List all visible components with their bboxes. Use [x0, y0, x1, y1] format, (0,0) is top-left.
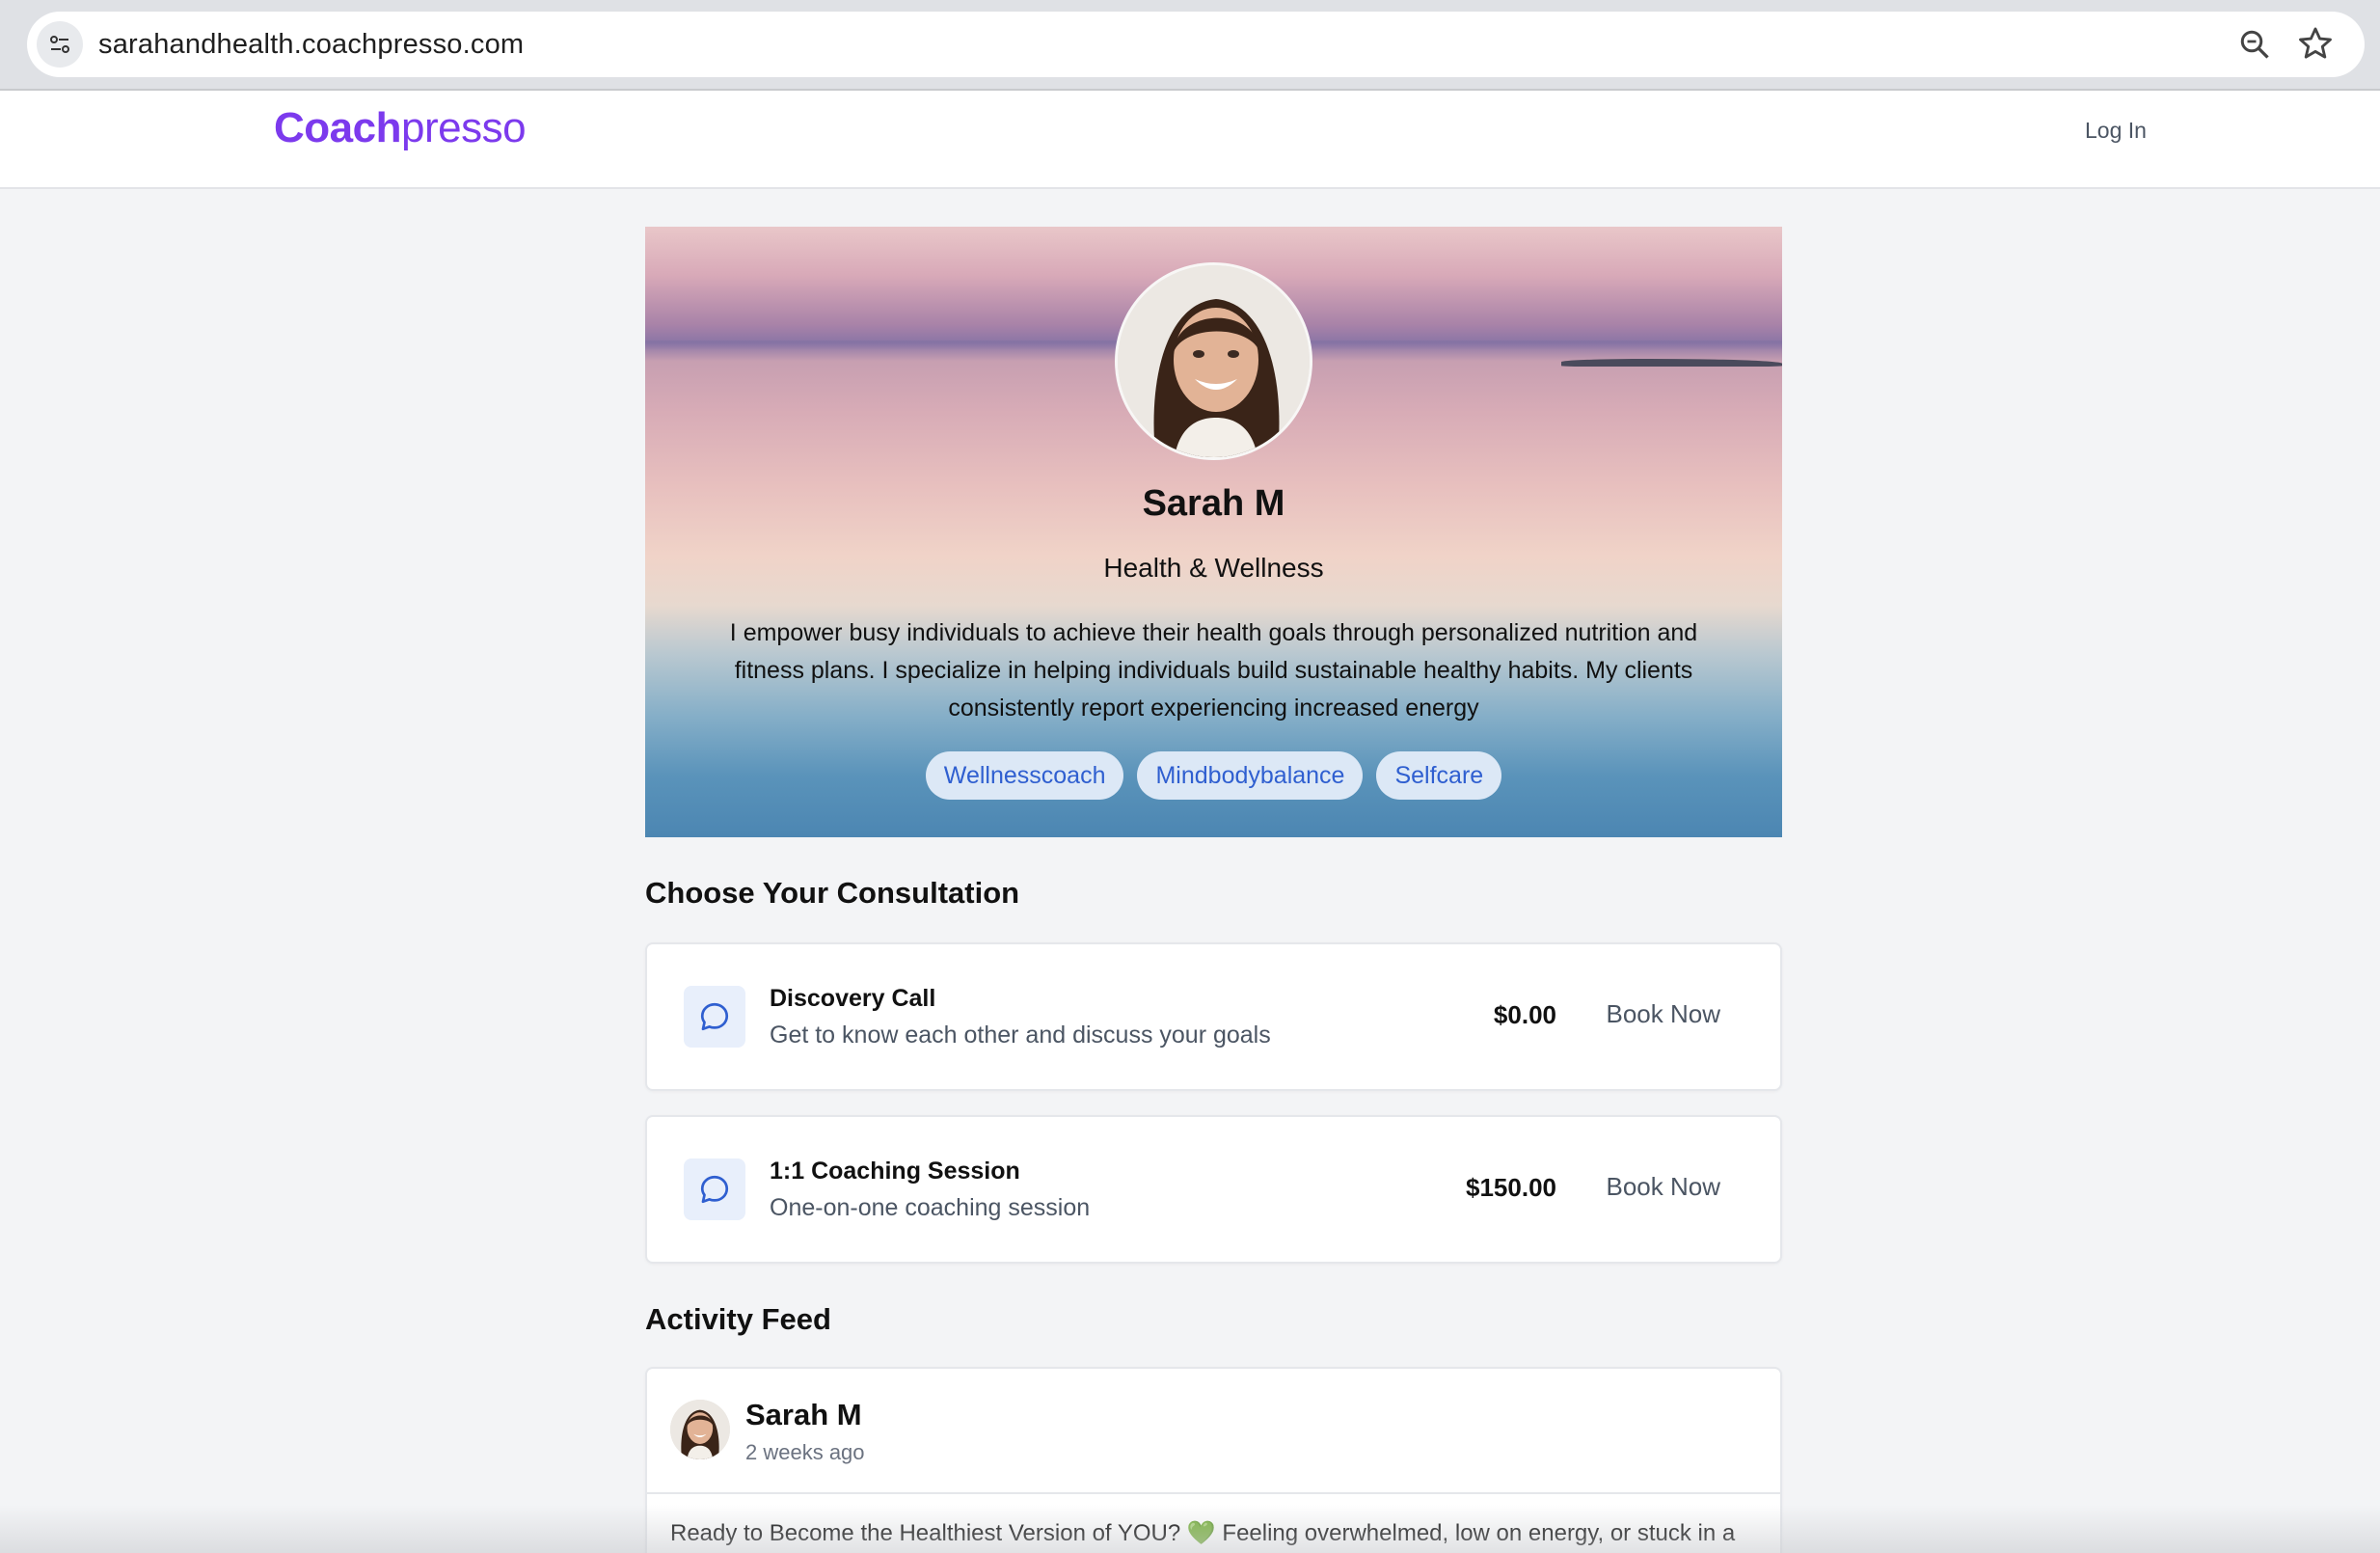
post-body: Ready to Become the Healthiest Version o…: [670, 1520, 1736, 1546]
consultation-title: Discovery Call: [770, 985, 936, 1012]
profile-avatar: [1115, 262, 1312, 460]
url-text[interactable]: sarahandhealth.coachpresso.com: [98, 12, 524, 77]
profile-title: Health & Wellness: [1103, 553, 1324, 583]
logo-bold-text: Coach: [274, 104, 401, 151]
logo-light-text: presso: [400, 104, 527, 151]
tag-mindbodybalance[interactable]: Mindbodybalance: [1137, 751, 1364, 800]
tag-selfcare[interactable]: Selfcare: [1376, 751, 1502, 800]
site-info-icon[interactable]: [37, 21, 83, 68]
zoom-icon[interactable]: [2237, 27, 2272, 62]
bookmark-star-icon[interactable]: [2297, 25, 2334, 62]
consultation-card-coaching[interactable]: 1:1 Coaching Session One-on-one coaching…: [645, 1115, 1782, 1264]
address-bar[interactable]: sarahandhealth.coachpresso.com: [27, 12, 2365, 77]
profile-tags: Wellnesscoach Mindbodybalance Selfcare: [645, 751, 1782, 800]
avatar: [670, 1400, 730, 1459]
consultation-description: Get to know each other and discuss your …: [770, 1022, 1271, 1049]
feed-post: Sarah M 2 weeks ago Ready to Become the …: [645, 1367, 1782, 1553]
site-header: Coachpresso Log In: [0, 91, 2380, 189]
distant-island: [1561, 359, 1782, 367]
activity-feed-heading: Activity Feed: [645, 1302, 831, 1336]
consultation-description: One-on-one coaching session: [770, 1194, 1091, 1221]
post-author[interactable]: Sarah M: [745, 1398, 862, 1432]
coachpresso-logo[interactable]: Coachpresso: [274, 104, 527, 152]
chat-bubble-icon: [684, 1158, 745, 1220]
consultation-card-discovery[interactable]: Discovery Call Get to know each other an…: [645, 942, 1782, 1091]
profile-name: Sarah M: [1142, 483, 1285, 524]
chat-bubble-icon: [684, 986, 745, 1048]
consultation-price: $150.00: [1466, 1173, 1556, 1202]
consultation-heading: Choose Your Consultation: [645, 876, 1020, 910]
post-timestamp: 2 weeks ago: [745, 1440, 865, 1464]
browser-toolbar: sarahandhealth.coachpresso.com: [0, 0, 2380, 91]
book-now-button[interactable]: Book Now: [1607, 1172, 1721, 1202]
book-now-button[interactable]: Book Now: [1607, 999, 1721, 1029]
consultation-title: 1:1 Coaching Session: [770, 1158, 1020, 1185]
login-link[interactable]: Log In: [2085, 118, 2147, 144]
profile-bio: I empower busy individuals to achieve th…: [729, 619, 1698, 722]
divider: [647, 1492, 1780, 1494]
tag-wellnesscoach[interactable]: Wellnesscoach: [925, 751, 1124, 800]
profile-hero: Sarah M Health & Wellness I empower busy…: [645, 227, 1782, 837]
consultation-price: $0.00: [1493, 1000, 1556, 1029]
